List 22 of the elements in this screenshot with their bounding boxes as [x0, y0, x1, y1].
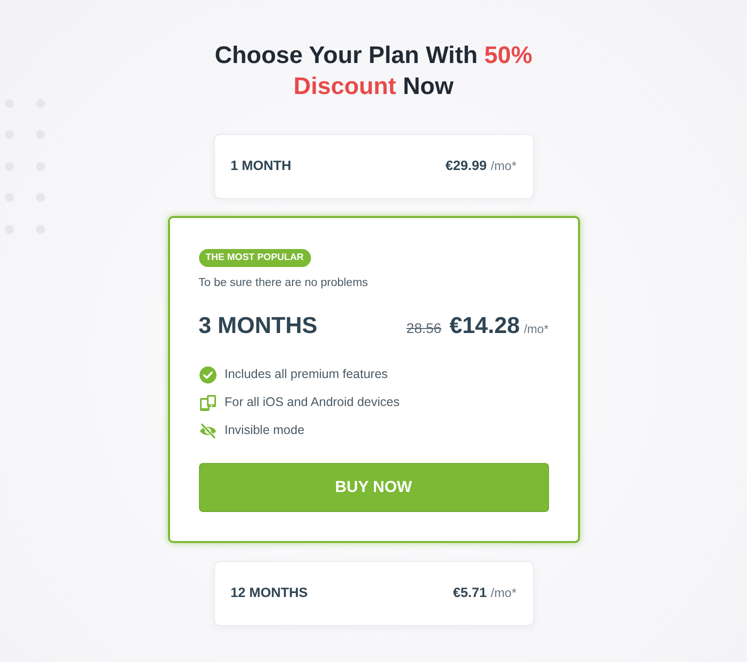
check-badge-icon	[198, 366, 216, 384]
plan-period: 3 MONTHS	[198, 311, 318, 340]
devices-icon	[198, 394, 216, 412]
plan-price: €29.99	[446, 157, 487, 176]
feature-text: Includes all premium features	[224, 366, 388, 383]
price-unit: /mo*	[490, 158, 516, 176]
feature-text: Invisible mode	[224, 422, 304, 439]
plan-subtitle: To be sure there are no problems	[198, 276, 369, 291]
price-unit: /mo*	[524, 321, 548, 338]
plan-card[interactable]: 1 MONTH €29.99 /mo*	[214, 134, 534, 199]
popular-badge: THE MOST POPULAR	[198, 249, 311, 267]
old-price: 28.56	[406, 319, 442, 338]
plan-period: 1 MONTH	[230, 157, 292, 176]
eye-slash-icon	[198, 422, 216, 440]
plan-card[interactable]: 12 MONTHS €5.71 /mo*	[214, 561, 534, 626]
price-unit: /mo*	[490, 585, 516, 602]
plan-price: €14.28	[449, 311, 520, 340]
page-title: Choose Your Plan With 50% Discount Now	[214, 41, 534, 102]
plan-price: €5.71	[453, 584, 487, 602]
feature-text: For all iOS and Android devices	[224, 394, 400, 411]
plan-card[interactable]: THE MOST POPULAR To be sure there are no problems 3 MONTHS 28.56 €14.28 /mo* Includes all premium features For all iOS and Android devices Invisible mode BUY NOW	[168, 216, 580, 543]
plan-period: 12 MONTHS	[230, 584, 308, 602]
